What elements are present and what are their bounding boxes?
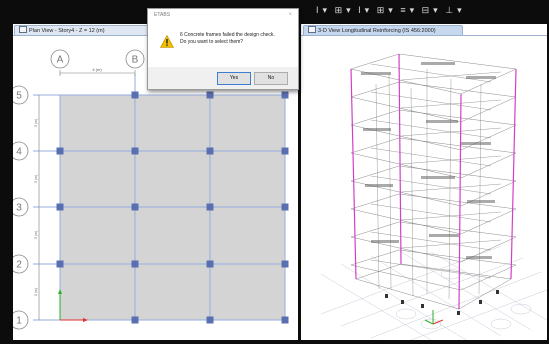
column[interactable]: [56, 203, 64, 211]
yes-button[interactable]: Yes: [217, 72, 251, 85]
spacing-label: 3 (m): [34, 231, 38, 239]
toolbar-icon-7[interactable]: ⊥: [445, 2, 454, 18]
row-bubble-1[interactable]: 1: [13, 310, 29, 330]
row-bubble-5[interactable]: 5: [13, 85, 29, 105]
column[interactable]: [131, 91, 139, 99]
row-bubble-label: 2: [16, 260, 22, 271]
toolbar-icon-4[interactable]: ⊞: [377, 2, 386, 18]
column-bubble-label: A: [57, 55, 64, 66]
ground-grid: [320, 245, 547, 340]
column-supports: [385, 290, 499, 315]
column-bubble-a[interactable]: A: [50, 49, 70, 69]
dialog-message: 6 Concrete frames failed the design chec…: [180, 32, 275, 45]
toolbar-icon-6[interactable]: ⊟: [422, 2, 431, 18]
floor-frames: [350, 53, 517, 310]
toolbar-dropdown-4[interactable]: ▾: [388, 2, 394, 18]
column[interactable]: [281, 316, 289, 324]
column[interactable]: [281, 91, 289, 99]
row-bubble-4[interactable]: 4: [13, 141, 29, 161]
column[interactable]: [131, 147, 139, 155]
spacing-label: 3 (m): [34, 119, 38, 127]
toolbar-icon-1[interactable]: I: [316, 2, 320, 18]
column[interactable]: [131, 316, 139, 324]
reinforcing-labels: [361, 62, 496, 259]
toolbar-icon-5[interactable]: ≡: [400, 2, 406, 18]
column[interactable]: [281, 147, 289, 155]
column[interactable]: [131, 203, 139, 211]
toolbar-icon-3[interactable]: I: [358, 2, 362, 18]
building-3d-model[interactable]: [350, 53, 517, 315]
toolbar-dropdown-5[interactable]: ▾: [410, 2, 416, 18]
toolbar-dropdown-2[interactable]: ▾: [346, 2, 352, 18]
close-icon[interactable]: ×: [288, 9, 292, 21]
dialog-message-line: Do you want to select them?: [180, 38, 244, 45]
toolbar-dropdown-6[interactable]: ▾: [433, 2, 439, 18]
toolbar: I ▾ ⊞ ▾ I ▾ ⊞ ▾ ≡ ▾ ⊟ ▾ ⊥ ▾: [316, 2, 466, 18]
spacing-label: 3 (m): [34, 288, 38, 296]
dialog-body: 6 Concrete frames failed the design chec…: [148, 21, 298, 67]
row-bubble-3[interactable]: 3: [13, 197, 29, 217]
dialog-title-bar[interactable]: ETABS ×: [148, 9, 298, 21]
column-bubble-label: B: [132, 55, 139, 66]
3d-view-canvas[interactable]: [301, 24, 547, 340]
row-bubble-label: 5: [16, 91, 22, 102]
row-bubble-label: 3: [16, 203, 22, 214]
interior-frames: [370, 63, 502, 300]
row-bubble-label: 1: [16, 316, 22, 327]
row-bubble-2[interactable]: 2: [13, 254, 29, 274]
warning-icon: [160, 35, 174, 48]
dialog-message-line: 6 Concrete frames failed the design chec…: [180, 32, 275, 38]
column[interactable]: [206, 203, 214, 211]
column[interactable]: [281, 260, 289, 268]
design-check-dialog[interactable]: ETABS × 6 Concrete frames failed the des…: [147, 8, 299, 90]
column[interactable]: [206, 91, 214, 99]
column[interactable]: [206, 147, 214, 155]
toolbar-dropdown-1[interactable]: ▾: [323, 2, 329, 18]
column[interactable]: [131, 260, 139, 268]
column[interactable]: [56, 147, 64, 155]
toolbar-icon-2[interactable]: ⊞: [335, 2, 344, 18]
column[interactable]: [206, 260, 214, 268]
column[interactable]: [56, 260, 64, 268]
toolbar-dropdown-7[interactable]: ▾: [457, 2, 463, 18]
dimension-label: 4 (m): [92, 67, 102, 72]
dialog-title: ETABS: [154, 12, 171, 18]
column[interactable]: [281, 203, 289, 211]
column-bubble-b[interactable]: B: [125, 49, 145, 69]
toolbar-dropdown-3[interactable]: ▾: [365, 2, 371, 18]
no-button[interactable]: No: [254, 72, 288, 85]
row-bubble-label: 4: [16, 147, 22, 158]
3d-view-window[interactable]: 3-D View Longitudinal Reinforcing (IS 45…: [301, 24, 547, 340]
spacing-label: 3 (m): [34, 175, 38, 183]
column[interactable]: [206, 316, 214, 324]
